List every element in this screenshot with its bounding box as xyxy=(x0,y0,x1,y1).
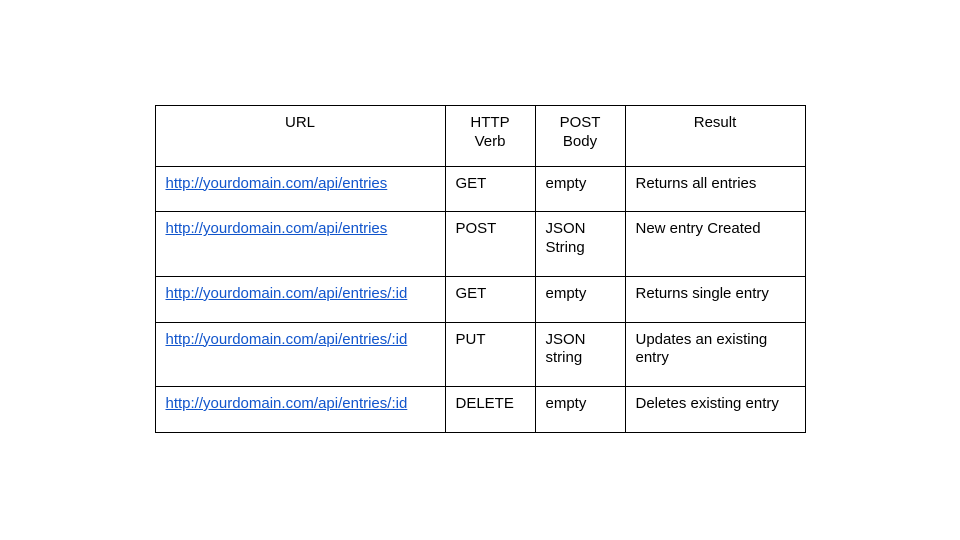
cell-verb: GET xyxy=(445,166,535,212)
endpoint-link[interactable]: http://yourdomain.com/api/entries/:id xyxy=(166,395,408,412)
col-header-body: POST Body xyxy=(535,106,625,167)
col-header-url: URL xyxy=(155,106,445,167)
cell-body: empty xyxy=(535,387,625,433)
api-endpoints-table: URL HTTP Verb POST Body Result http://yo… xyxy=(155,105,806,433)
page: URL HTTP Verb POST Body Result http://yo… xyxy=(0,0,960,540)
cell-body: empty xyxy=(535,276,625,322)
cell-result: Returns all entries xyxy=(625,166,805,212)
cell-result: Returns single entry xyxy=(625,276,805,322)
cell-verb: DELETE xyxy=(445,387,535,433)
cell-url: http://yourdomain.com/api/entries/:id xyxy=(155,276,445,322)
endpoint-link[interactable]: http://yourdomain.com/api/entries/:id xyxy=(166,331,408,348)
cell-url: http://yourdomain.com/api/entries/:id xyxy=(155,322,445,387)
cell-result: Deletes existing entry xyxy=(625,387,805,433)
endpoint-link[interactable]: http://yourdomain.com/api/entries xyxy=(166,220,388,237)
cell-url: http://yourdomain.com/api/entries xyxy=(155,212,445,277)
table-header-row: URL HTTP Verb POST Body Result xyxy=(155,106,805,167)
table-row: http://yourdomain.com/api/entries GET em… xyxy=(155,166,805,212)
table-row: http://yourdomain.com/api/entries/:id PU… xyxy=(155,322,805,387)
cell-body: JSON string xyxy=(535,322,625,387)
endpoint-link[interactable]: http://yourdomain.com/api/entries/:id xyxy=(166,285,408,302)
cell-body: empty xyxy=(535,166,625,212)
cell-verb: POST xyxy=(445,212,535,277)
cell-result: New entry Created xyxy=(625,212,805,277)
cell-verb: GET xyxy=(445,276,535,322)
cell-body: JSON String xyxy=(535,212,625,277)
table-row: http://yourdomain.com/api/entries/:id GE… xyxy=(155,276,805,322)
cell-url: http://yourdomain.com/api/entries/:id xyxy=(155,387,445,433)
table-row: http://yourdomain.com/api/entries POST J… xyxy=(155,212,805,277)
table-row: http://yourdomain.com/api/entries/:id DE… xyxy=(155,387,805,433)
cell-verb: PUT xyxy=(445,322,535,387)
cell-result: Updates an existing entry xyxy=(625,322,805,387)
endpoint-link[interactable]: http://yourdomain.com/api/entries xyxy=(166,175,388,192)
col-header-verb: HTTP Verb xyxy=(445,106,535,167)
col-header-result: Result xyxy=(625,106,805,167)
cell-url: http://yourdomain.com/api/entries xyxy=(155,166,445,212)
